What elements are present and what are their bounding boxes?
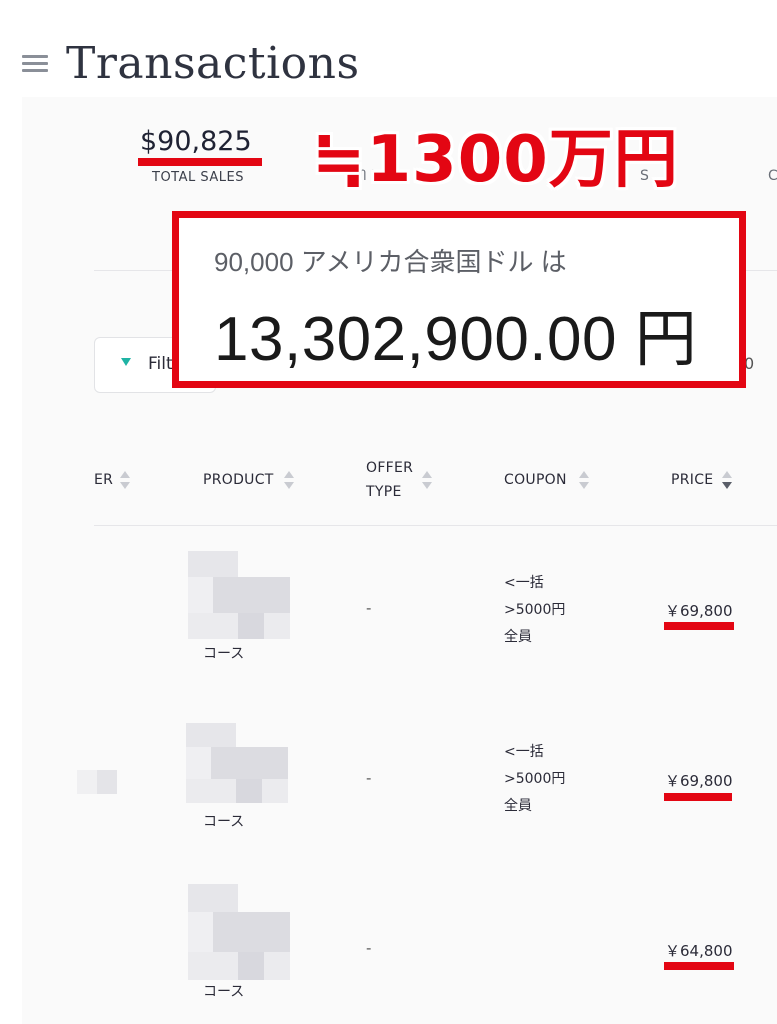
product-thumbnail-blurred [186,723,288,803]
column-header-offer-type-line2[interactable]: TYPE [366,484,402,500]
total-sales-label: TOTAL SALES [152,170,244,185]
highlight-underline [664,962,734,970]
column-header-price[interactable]: PRICE [671,472,713,488]
price-value: ￥69,800 [665,602,733,620]
offer-type-value: - [366,599,372,617]
product-thumbnail-blurred [188,551,290,639]
table-header-divider [94,525,777,526]
highlight-underline [664,793,732,801]
sort-icon[interactable] [422,471,432,491]
filter-icon [121,358,131,366]
coupon-line: 全員 [504,629,532,645]
total-sales-value: $90,825 [140,126,252,157]
highlight-underline [138,158,262,166]
column-header-customer[interactable]: ER [94,472,113,488]
sort-icon[interactable] [120,471,130,491]
sort-icon[interactable] [722,471,732,491]
product-name: コース [203,984,245,1000]
column-header-product[interactable]: PRODUCT [203,472,274,488]
callout-amount: 13,302,900.00 円 [214,305,698,374]
product-thumbnail-blurred [188,884,290,980]
stat-label-partial-4: C [768,168,777,184]
column-header-offer-type-line1[interactable]: OFFER [366,460,413,476]
highlight-underline [664,622,734,630]
callout-subtitle: 90,000 アメリカ合衆国ドル は [214,247,567,277]
product-name: コース [203,646,245,662]
sort-icon[interactable] [579,471,589,491]
offer-type-value: - [366,769,372,787]
offer-type-value: - [366,939,372,957]
coupon-line: >5000円 [504,602,566,618]
column-header-coupon[interactable]: COUPON [504,472,567,488]
price-value: ￥69,800 [665,772,733,790]
filter-label: Filt [148,354,173,374]
price-value: ￥64,800 [665,942,733,960]
sort-icon[interactable] [284,471,294,491]
approx-annotation: ≒1300万円 [312,123,679,197]
coupon-line: 全員 [504,798,532,814]
coupon-line: <一括 [504,575,544,591]
page-title: Transactions [66,38,360,89]
coupon-line: >5000円 [504,771,566,787]
product-name: コース [203,814,245,830]
customer-blurred [77,770,117,794]
coupon-line: <一括 [504,744,544,760]
menu-icon[interactable] [22,55,48,73]
